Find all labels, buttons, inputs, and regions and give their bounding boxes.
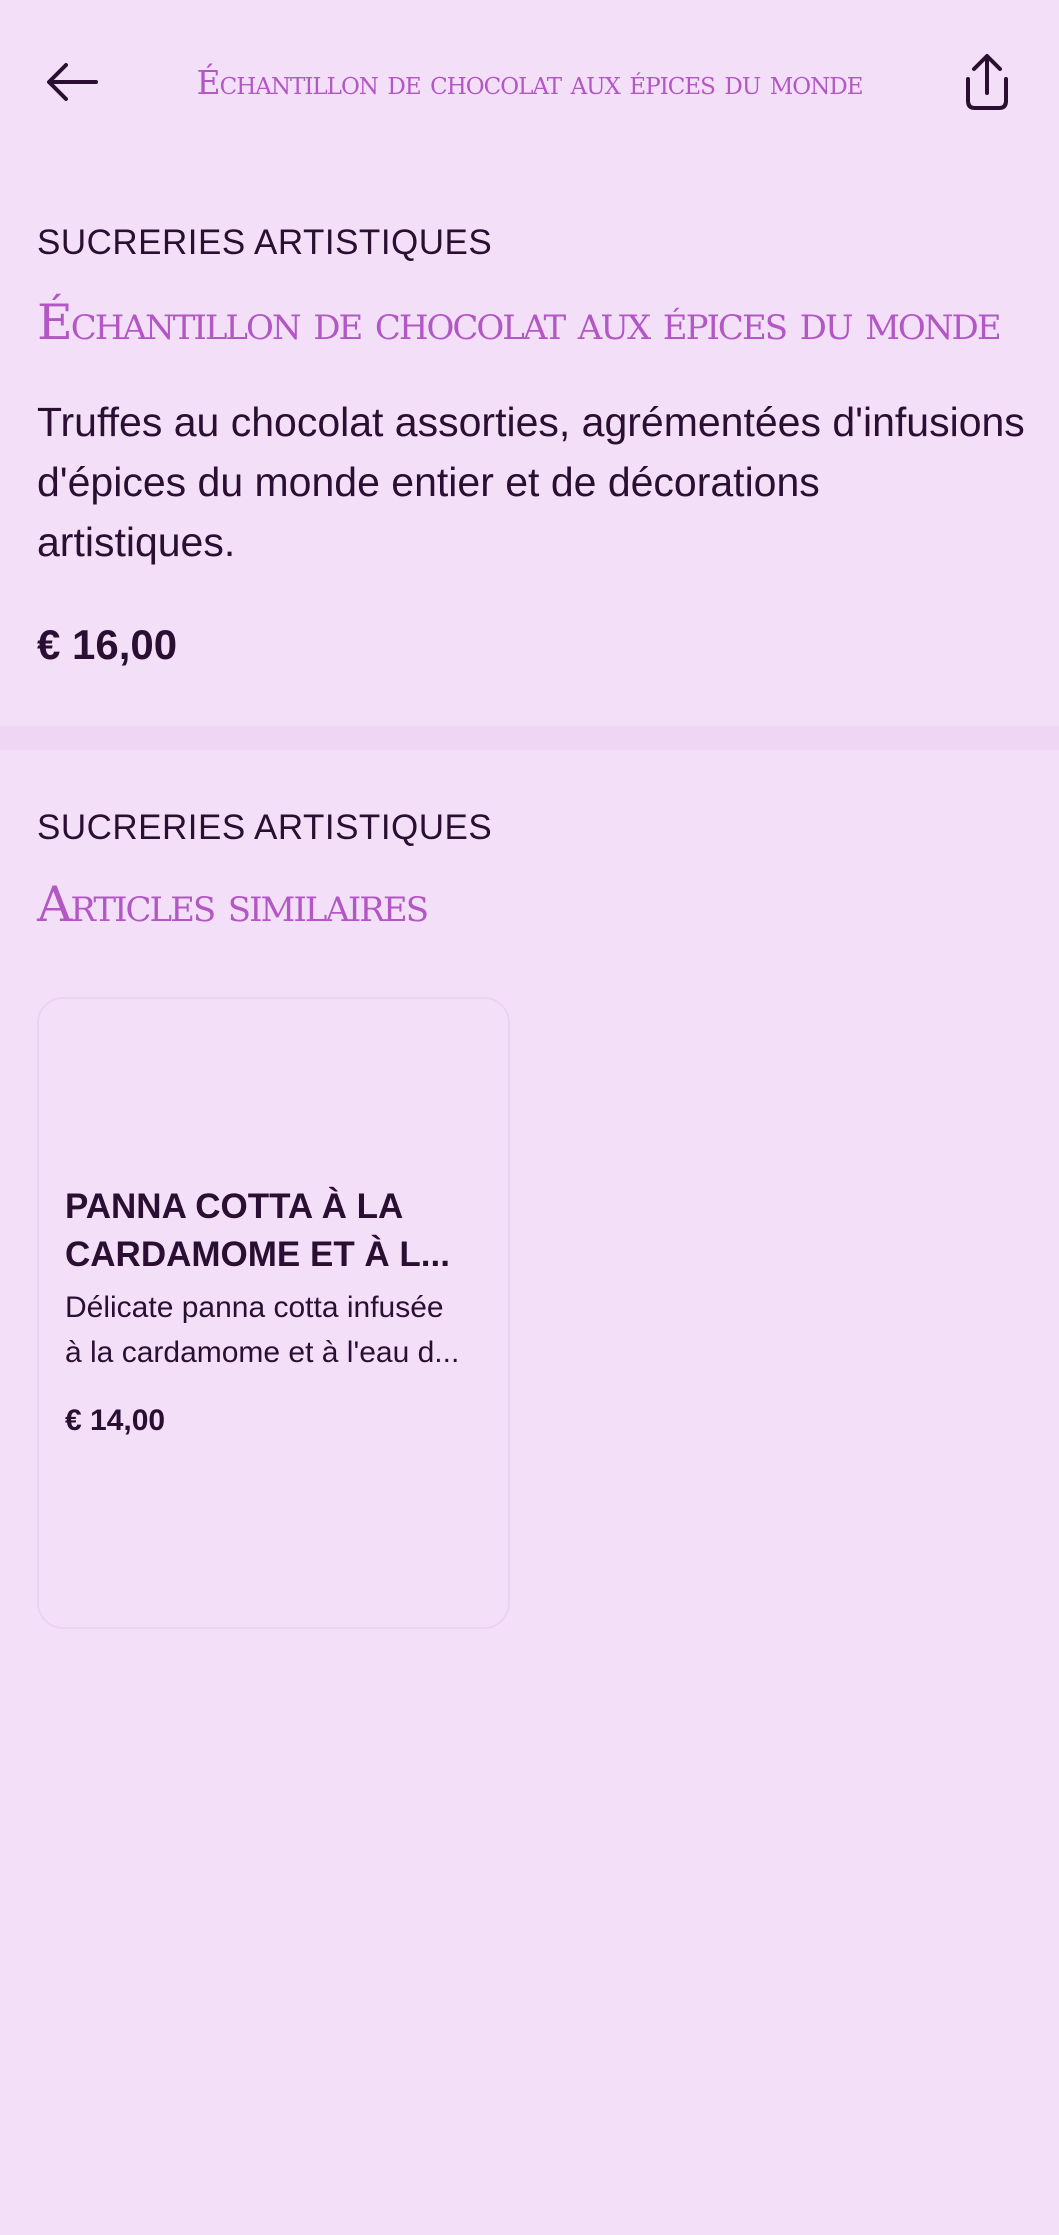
- section-divider: [0, 726, 1059, 750]
- back-button[interactable]: [32, 44, 112, 124]
- arrow-left-icon: [40, 50, 104, 119]
- similar-category: SUCRERIES ARTISTIQUES: [37, 808, 493, 847]
- top-bar: Échantillon de chocolat aux épices du mo…: [0, 0, 1059, 170]
- similar-item-title: PANNA COTTA À LA CARDAMOME ET À L...: [65, 1183, 495, 1279]
- similar-item-desc-line2: à la cardamome et à l'eau d...: [65, 1336, 460, 1369]
- similar-item-card[interactable]: PANNA COTTA À LA CARDAMOME ET À L... Dél…: [37, 997, 510, 1629]
- product-category: SUCRERIES ARTISTIQUES: [37, 223, 493, 262]
- similar-item-description: Délicate panna cotta infusée à la cardam…: [65, 1285, 495, 1375]
- product-price: € 16,00: [37, 621, 178, 668]
- header-title: Échantillon de chocolat aux épices du mo…: [196, 63, 864, 102]
- similar-item-title-line2: CARDAMOME ET À L...: [65, 1235, 450, 1274]
- product-section: SUCRERIES ARTISTIQUES Échantillon de cho…: [0, 170, 1059, 725]
- product-title: Échantillon de chocolat aux épices du mo…: [37, 294, 1002, 351]
- share-icon: [954, 49, 1020, 120]
- similar-item-title-line1: PANNA COTTA À LA: [65, 1187, 404, 1226]
- similar-item-desc-line1: Délicate panna cotta infusée: [65, 1291, 444, 1324]
- similar-title: Articles similaires: [37, 876, 429, 933]
- similar-item-price: € 14,00: [65, 1404, 166, 1437]
- product-description: Truffes au chocolat assorties, agrémenté…: [37, 399, 1025, 565]
- share-button[interactable]: [947, 44, 1027, 124]
